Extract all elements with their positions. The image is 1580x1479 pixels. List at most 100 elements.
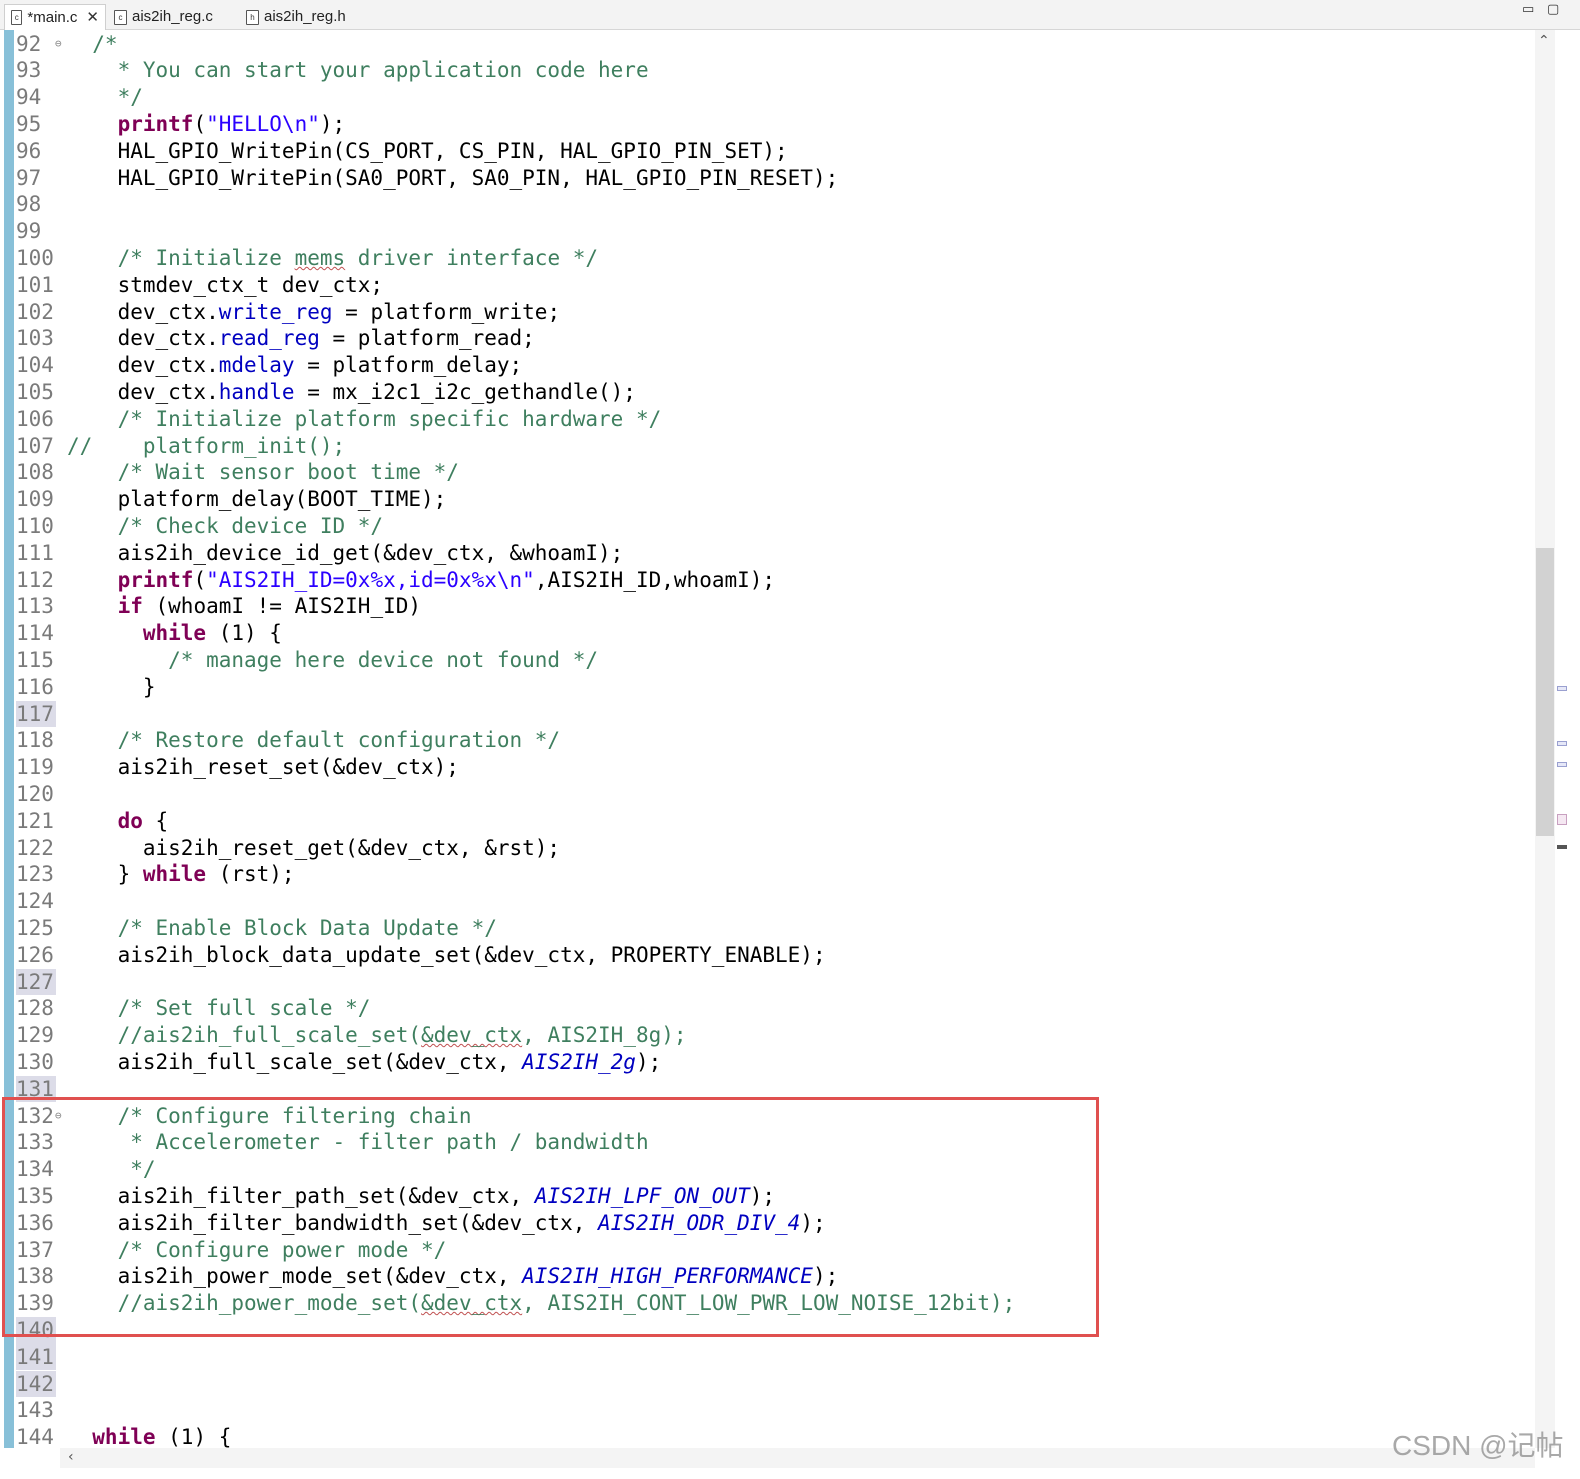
- tab-label: *main.c: [27, 8, 78, 26]
- code-editor[interactable]: 92 ⊖ /* 93 * You can start your applicatio…: [0, 30, 1535, 1448]
- code-line[interactable]: 133 * Accelerometer - filter path / band…: [0, 1129, 1535, 1156]
- line-number: 118: [16, 728, 54, 753]
- code-line[interactable]: 93 * You can start your application code…: [0, 57, 1535, 84]
- overview-marker[interactable]: [1557, 814, 1567, 825]
- line-number: 122: [16, 835, 54, 860]
- code-line[interactable]: 132 ⊖ /* Configure filtering chain: [0, 1103, 1535, 1130]
- scroll-up-icon[interactable]: ⌃: [1538, 33, 1550, 49]
- code-text: dev_ctx.write_reg = platform_write;: [67, 299, 561, 326]
- code-line[interactable]: 112 printf("AIS2IH_ID=0x%x,id=0x%x\n",AI…: [0, 567, 1535, 594]
- line-number: 112: [16, 567, 54, 592]
- code-line[interactable]: 135 ais2ih_filter_path_set(&dev_ctx, AIS…: [0, 1183, 1535, 1210]
- code-token: AIS2IH_LPF_ON_OUT: [534, 1183, 750, 1208]
- code-line[interactable]: 102 dev_ctx.write_reg = platform_write;: [0, 299, 1535, 326]
- code-token: ais2ih_block_data_update_set(&dev_ctx, P…: [67, 942, 826, 967]
- code-line[interactable]: 138 ais2ih_power_mode_set(&dev_ctx, AIS2…: [0, 1263, 1535, 1290]
- code-line[interactable]: 98: [0, 191, 1535, 218]
- code-line[interactable]: 131: [0, 1075, 1535, 1103]
- code-text: }: [67, 674, 156, 701]
- code-line[interactable]: 142: [0, 1370, 1535, 1398]
- code-line[interactable]: 141: [0, 1343, 1535, 1371]
- code-line[interactable]: 127: [0, 968, 1535, 996]
- code-text: /* Set full scale */: [67, 995, 371, 1022]
- code-line[interactable]: 106 /* Initialize platform specific hard…: [0, 406, 1535, 433]
- fold-toggle-icon[interactable]: ⊖: [55, 1103, 62, 1130]
- code-line[interactable]: 103 dev_ctx.read_reg = platform_read;: [0, 325, 1535, 352]
- code-line[interactable]: 95 printf("HELLO\n");: [0, 111, 1535, 138]
- maximize-icon[interactable]: ▢: [1547, 2, 1559, 17]
- overview-marker[interactable]: [1557, 845, 1567, 849]
- line-number: 135: [16, 1183, 54, 1208]
- close-icon[interactable]: ✕: [86, 5, 99, 31]
- code-token: (1) {: [155, 1425, 232, 1448]
- code-token: //ais2ih_full_scale_set(: [67, 1023, 422, 1048]
- code-line[interactable]: 119 ais2ih_reset_set(&dev_ctx);: [0, 754, 1535, 781]
- code-line[interactable]: 115 /* manage here device not found */: [0, 647, 1535, 674]
- code-line[interactable]: 126 ais2ih_block_data_update_set(&dev_ct…: [0, 942, 1535, 969]
- scroll-left-icon[interactable]: ‹: [68, 1449, 74, 1465]
- code-text: HAL_GPIO_WritePin(CS_PORT, CS_PIN, HAL_G…: [67, 138, 788, 165]
- minimize-icon[interactable]: ▭: [1522, 2, 1534, 17]
- line-number: 116: [16, 674, 54, 699]
- line-number: 131: [16, 1075, 56, 1103]
- code-line[interactable]: 107 // platform_init();: [0, 433, 1535, 460]
- code-line[interactable]: 117: [0, 700, 1535, 728]
- overview-marker[interactable]: [1557, 686, 1567, 691]
- code-line[interactable]: 92 ⊖ /*: [0, 31, 1535, 58]
- code-line[interactable]: 143: [0, 1397, 1535, 1424]
- line-number: 106: [16, 406, 54, 431]
- code-text: while (1) {: [67, 1424, 231, 1448]
- code-line[interactable]: 108 /* Wait sensor boot time */: [0, 459, 1535, 486]
- line-number: 132: [16, 1103, 54, 1128]
- code-line[interactable]: 139 //ais2ih_power_mode_set(&dev_ctx, AI…: [0, 1290, 1535, 1317]
- code-line[interactable]: 120: [0, 781, 1535, 808]
- overview-marker[interactable]: [1557, 741, 1567, 746]
- code-line[interactable]: 111 ais2ih_device_id_get(&dev_ctx, &whoa…: [0, 540, 1535, 567]
- code-line[interactable]: 101 stmdev_ctx_t dev_ctx;: [0, 272, 1535, 299]
- code-line[interactable]: 124: [0, 888, 1535, 915]
- horizontal-scrollbar[interactable]: [60, 1448, 1535, 1468]
- code-line[interactable]: 140: [0, 1316, 1535, 1344]
- overview-marker[interactable]: [1557, 762, 1567, 767]
- code-line[interactable]: 99: [0, 218, 1535, 245]
- code-line[interactable]: 144 while (1) {: [0, 1424, 1535, 1448]
- code-line[interactable]: 130 ais2ih_full_scale_set(&dev_ctx, AIS2…: [0, 1049, 1535, 1076]
- line-number: 137: [16, 1237, 54, 1262]
- code-line[interactable]: 96 HAL_GPIO_WritePin(CS_PORT, CS_PIN, HA…: [0, 138, 1535, 165]
- code-line[interactable]: 116 }: [0, 674, 1535, 701]
- code-line[interactable]: 97 HAL_GPIO_WritePin(SA0_PORT, SA0_PIN, …: [0, 165, 1535, 192]
- tab-ais2ih-reg-h[interactable]: h ais2ih_reg.h: [240, 4, 370, 30]
- code-line[interactable]: 137 /* Configure power mode */: [0, 1237, 1535, 1264]
- code-line[interactable]: 123 } while (rst);: [0, 861, 1535, 888]
- code-line[interactable]: 129 //ais2ih_full_scale_set(&dev_ctx, AI…: [0, 1022, 1535, 1049]
- code-token: (: [193, 567, 207, 592]
- tab-ais2ih-reg-c[interactable]: c ais2ih_reg.c: [108, 4, 238, 30]
- code-line[interactable]: 118 /* Restore default configuration */: [0, 727, 1535, 754]
- tab-main-c[interactable]: c *main.c ✕: [4, 4, 106, 30]
- code-line[interactable]: 136 ais2ih_filter_bandwidth_set(&dev_ctx…: [0, 1210, 1535, 1237]
- code-token: write_reg: [218, 299, 333, 324]
- code-token: );: [812, 1264, 839, 1289]
- code-line[interactable]: 110 /* Check device ID */: [0, 513, 1535, 540]
- code-text: ais2ih_reset_get(&dev_ctx, &rst);: [67, 835, 560, 862]
- code-line[interactable]: 105 dev_ctx.handle = mx_i2c1_i2c_gethand…: [0, 379, 1535, 406]
- code-line[interactable]: 104 dev_ctx.mdelay = platform_delay;: [0, 352, 1535, 379]
- code-line[interactable]: 94 */: [0, 84, 1535, 111]
- code-token: = platform_read;: [319, 326, 535, 351]
- code-line[interactable]: 134 */: [0, 1156, 1535, 1183]
- code-line[interactable]: 114 while (1) {: [0, 620, 1535, 647]
- line-number: 134: [16, 1157, 54, 1182]
- code-line[interactable]: 122 ais2ih_reset_get(&dev_ctx, &rst);: [0, 835, 1535, 862]
- line-number: 95: [16, 111, 42, 136]
- code-line[interactable]: 109 platform_delay(BOOT_TIME);: [0, 486, 1535, 513]
- code-token: dev_ctx.: [67, 353, 219, 378]
- code-line[interactable]: 125 /* Enable Block Data Update */: [0, 915, 1535, 942]
- fold-toggle-icon[interactable]: ⊖: [55, 31, 62, 58]
- code-token: HAL_GPIO_WritePin(CS_PORT, CS_PIN, HAL_G…: [67, 138, 788, 163]
- code-line[interactable]: 121 do {: [0, 808, 1535, 835]
- code-line[interactable]: 128 /* Set full scale */: [0, 995, 1535, 1022]
- code-line[interactable]: 100 /* Initialize mems driver interface …: [0, 245, 1535, 272]
- vertical-scroll-thumb[interactable]: [1536, 548, 1554, 836]
- code-line[interactable]: 113 if (whoamI != AIS2IH_ID): [0, 593, 1535, 620]
